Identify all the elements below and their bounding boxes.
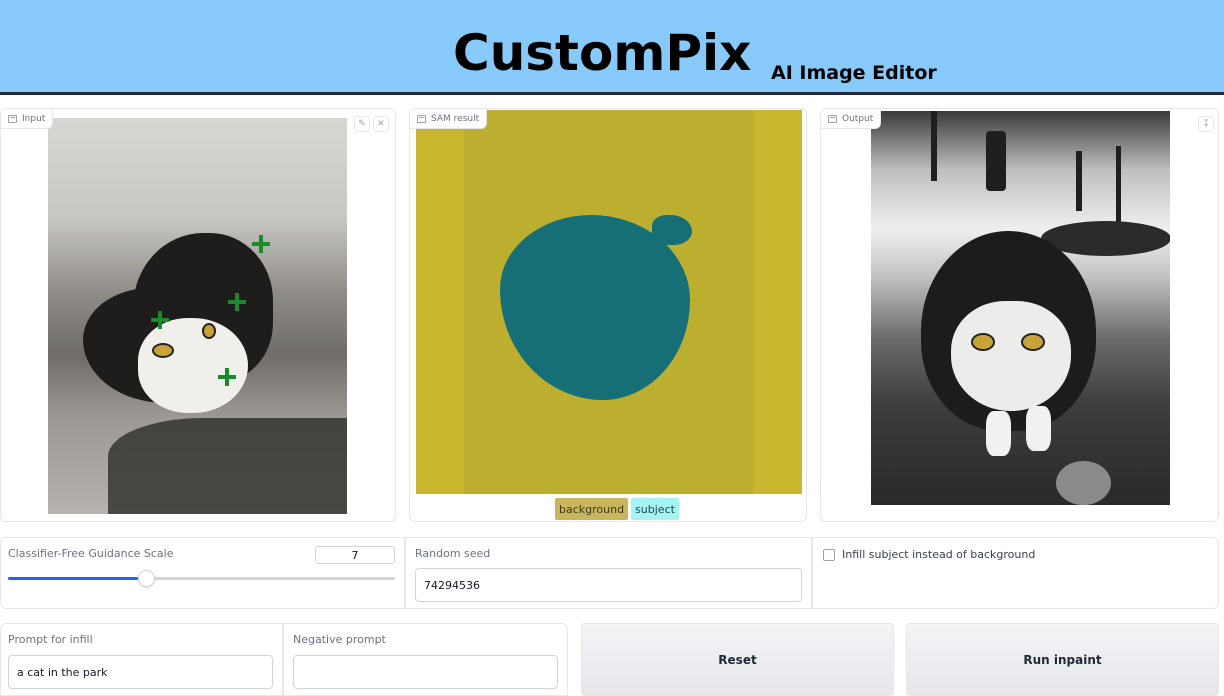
point-marker (252, 235, 270, 253)
negative-prompt-label: Negative prompt (293, 633, 386, 646)
run-inpaint-button[interactable]: Run inpaint (906, 623, 1219, 696)
legend-subject: subject (631, 498, 679, 520)
infill-subject-control[interactable]: Infill subject instead of background (812, 537, 1219, 609)
cat-eye (1021, 333, 1045, 351)
download-icon[interactable]: ↧ (1198, 116, 1214, 132)
app-subtitle: AI Image Editor (771, 62, 937, 84)
sam-label-text: SAM result (431, 113, 480, 124)
guidance-slider-thumb[interactable] (138, 570, 155, 587)
guidance-slider-fill (8, 577, 138, 580)
seed-label: Random seed (415, 547, 491, 560)
image-icon (8, 114, 17, 123)
output-image (871, 111, 1170, 505)
input-panel-label: Input (1, 109, 54, 129)
guidance-label: Classifier-Free Guidance Scale (8, 547, 174, 560)
image-icon (417, 114, 426, 123)
tree-trunk (931, 111, 937, 181)
cat-face (951, 301, 1071, 411)
prompt-input[interactable]: a cat in the park (8, 655, 273, 689)
sam-result-panel: SAM result background subject (409, 108, 807, 522)
reset-button[interactable]: Reset (581, 623, 894, 696)
input-image-panel[interactable]: Input ✎ ✕ (0, 108, 396, 522)
sam-panel-label: SAM result (410, 109, 488, 129)
close-icon[interactable]: ✕ (373, 116, 389, 132)
output-image-panel: Output ↧ (820, 108, 1219, 522)
guidance-slider[interactable] (8, 570, 395, 587)
infill-subject-checkbox[interactable] (823, 549, 835, 561)
cat-leg (1026, 406, 1051, 451)
legend-background: background (555, 498, 629, 520)
output-label-text: Output (842, 113, 874, 124)
random-seed-control: Random seed 74294536 (405, 537, 812, 609)
guidance-scale-control: Classifier-Free Guidance Scale 7 (0, 537, 405, 609)
mask-legend: background subject (555, 498, 679, 520)
subject-mask-ear (652, 215, 692, 245)
cat-leg (986, 411, 1011, 456)
point-marker (218, 368, 236, 386)
point-marker (151, 311, 169, 329)
bed-dark (108, 418, 347, 514)
app-header: CustomPix AI Image Editor (0, 0, 1224, 95)
negative-prompt-input[interactable] (293, 655, 558, 689)
seed-input[interactable]: 74294536 (415, 568, 802, 602)
input-label-text: Input (22, 113, 46, 124)
input-image[interactable] (48, 118, 347, 514)
cat-eye (971, 333, 995, 351)
pencil-icon[interactable]: ✎ (354, 116, 370, 132)
prompt-control: Prompt for infill a cat in the park (0, 623, 283, 696)
prompt-label: Prompt for infill (8, 633, 93, 646)
point-marker (228, 293, 246, 311)
image-icon (828, 114, 837, 123)
sam-mask-image (416, 110, 802, 494)
stone (1056, 461, 1111, 505)
app-title: CustomPix (453, 24, 752, 82)
tree-trunk (1116, 146, 1121, 226)
guidance-number-input[interactable]: 7 (315, 546, 395, 564)
cat-face (138, 318, 248, 413)
infill-subject-label[interactable]: Infill subject instead of background (842, 548, 1035, 561)
cat-eye (202, 323, 216, 339)
cat-eye (152, 343, 174, 358)
output-panel-label: Output (821, 109, 882, 129)
tree-trunk (986, 131, 1006, 191)
negative-prompt-control: Negative prompt (283, 623, 568, 696)
tree-trunk (1076, 151, 1082, 211)
